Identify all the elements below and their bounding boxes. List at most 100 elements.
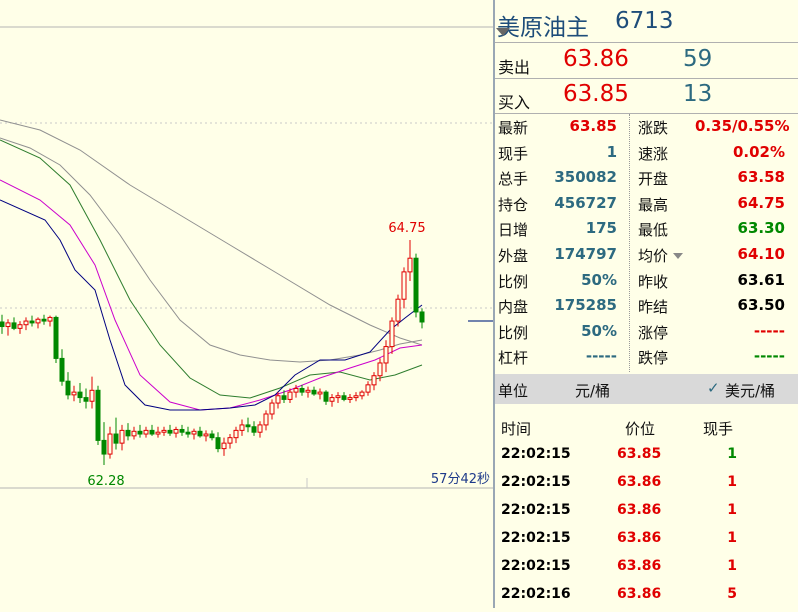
candle-down xyxy=(311,389,317,395)
candle-up xyxy=(227,437,233,444)
candle-up xyxy=(143,429,149,435)
tick-qty: 1 xyxy=(727,502,737,518)
ma60-line xyxy=(0,119,423,346)
instrument-code: 6713 xyxy=(615,8,674,34)
chart-canvas: 64.75 62.28 57分42秒 xyxy=(0,26,493,489)
stat-label: 杠杆 xyxy=(498,349,529,368)
stat-value: 456727 xyxy=(554,193,617,212)
candle-down xyxy=(59,357,65,382)
candle-down xyxy=(413,257,419,313)
candle-down xyxy=(149,429,155,435)
candle-up xyxy=(155,431,161,435)
tick-qty: 5 xyxy=(727,586,737,602)
quote-panel: 美原油主 6713 卖出 63.86 59 买入 63.85 13 最新 63.8… xyxy=(493,0,798,608)
candle-down xyxy=(41,318,47,322)
candle-up xyxy=(23,320,29,326)
candle-down xyxy=(299,387,305,393)
candle-up xyxy=(401,271,407,300)
candle-down xyxy=(323,391,329,402)
candle-down xyxy=(29,320,35,324)
candle-up xyxy=(263,413,269,426)
candle-down xyxy=(101,439,107,455)
candle-up xyxy=(371,375,377,386)
candle-up xyxy=(161,429,167,433)
low-price-label: 62.28 xyxy=(87,474,124,489)
stat-value: 175 xyxy=(585,219,617,238)
candle-up xyxy=(365,384,371,393)
stat-value: 50% xyxy=(581,321,617,340)
ma-long-line xyxy=(0,137,423,363)
candle-down xyxy=(0,321,5,328)
candle-up xyxy=(89,389,95,402)
stat-value: 63.85 xyxy=(569,117,617,135)
stat-label: 涨跌 xyxy=(638,119,669,137)
candle-down xyxy=(281,395,287,400)
candle-up xyxy=(383,346,389,364)
stat-value: 64.10 xyxy=(737,245,785,263)
tick-price: 63.86 xyxy=(617,586,662,602)
stat-value: 63.58 xyxy=(737,168,785,187)
stat-label: 日增 xyxy=(498,221,529,240)
candle-up xyxy=(347,397,353,400)
ticks-header-time: 时间 xyxy=(501,420,532,438)
candle-down xyxy=(77,391,83,399)
stat-label: 比例 xyxy=(498,272,529,291)
check-icon[interactable]: ✓ xyxy=(707,379,720,397)
candle-down xyxy=(11,322,17,329)
candle-down xyxy=(125,429,131,437)
stat-value: 0.02% xyxy=(732,142,785,161)
divider xyxy=(495,113,798,114)
candle-up xyxy=(107,433,113,455)
stat-value: 63.50 xyxy=(737,296,785,315)
candle-up xyxy=(71,391,77,396)
stat-label: 最低 xyxy=(638,221,669,240)
buy-volume: 13 xyxy=(683,81,713,107)
candle-up xyxy=(335,395,341,399)
stat-value: 175285 xyxy=(554,296,617,315)
candle-up xyxy=(239,424,245,431)
stat-value: 0.35/0.55% xyxy=(695,117,790,135)
unit-label: 单位 xyxy=(498,382,529,400)
candle-down xyxy=(209,433,215,439)
candle-up xyxy=(257,424,263,433)
buy-label: 买入 xyxy=(498,93,531,112)
candle-down xyxy=(245,424,251,428)
stat-value: 50% xyxy=(581,270,617,289)
tick-qty: 1 xyxy=(727,530,737,546)
tick-price: 63.85 xyxy=(617,446,662,462)
candlestick-chart[interactable]: 64.75 62.28 57分42秒 xyxy=(0,0,493,608)
tick-time: 22:02:15 xyxy=(501,446,571,462)
ticks-header-price: 价位 xyxy=(625,420,656,438)
bar-countdown: 57分42秒 xyxy=(431,472,490,487)
stat-label: 比例 xyxy=(498,323,529,342)
chevron-down-icon[interactable] xyxy=(673,253,683,259)
unit-option-usd[interactable]: 美元/桶 xyxy=(725,380,775,401)
tick-price: 63.86 xyxy=(617,502,662,518)
tick-qty: 1 xyxy=(727,474,737,490)
instrument-header[interactable]: 美原油主 6713 xyxy=(495,8,798,41)
stats-divider xyxy=(629,114,630,372)
candle-up xyxy=(377,362,383,377)
stat-label: 跌停 xyxy=(638,349,669,368)
candle-up xyxy=(221,442,227,450)
buy-quote-row[interactable]: 买入 63.85 13 xyxy=(495,79,798,113)
candle-down xyxy=(251,426,257,433)
candle-down xyxy=(215,437,221,450)
sell-quote-row[interactable]: 卖出 63.86 59 xyxy=(495,44,798,78)
candle-down xyxy=(341,395,347,400)
stat-value: 350082 xyxy=(554,168,617,187)
stat-value: 1 xyxy=(606,142,617,161)
collapse-arrow-icon[interactable] xyxy=(496,28,510,36)
candle-up xyxy=(293,387,299,393)
candle-down xyxy=(137,430,143,435)
sell-price: 63.86 xyxy=(563,46,629,72)
candle-down xyxy=(179,428,185,433)
stat-label: 持仓 xyxy=(498,195,529,214)
high-price-label: 64.75 xyxy=(388,221,425,236)
tick-time: 22:02:16 xyxy=(501,586,571,602)
candle-up xyxy=(203,433,209,437)
candle-up xyxy=(269,402,275,415)
candle-up xyxy=(17,324,23,329)
candle-down xyxy=(83,397,89,402)
candle-up xyxy=(233,429,239,439)
